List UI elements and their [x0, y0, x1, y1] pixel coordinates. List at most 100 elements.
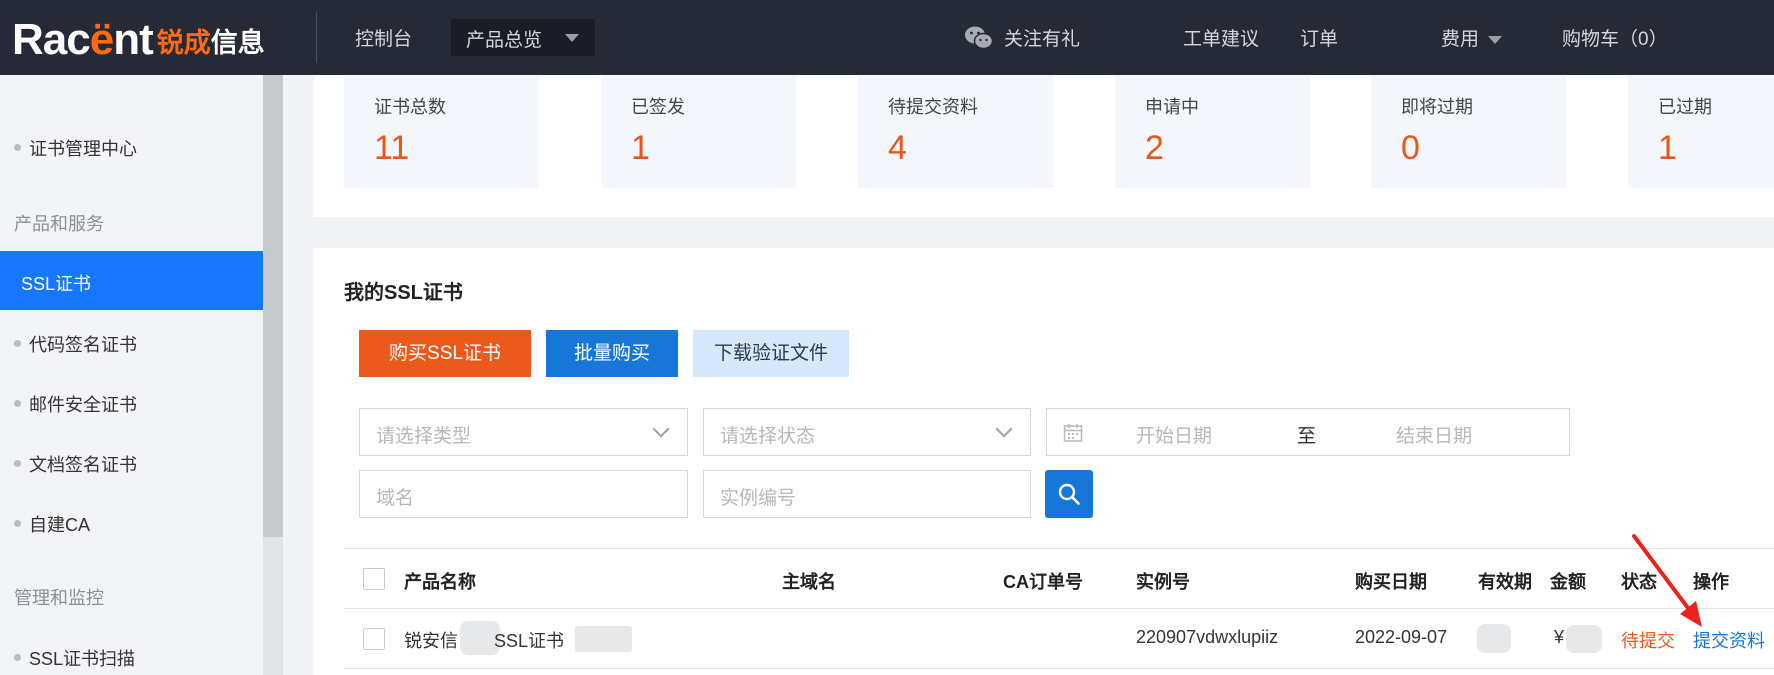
- date-range-separator: 至: [1297, 426, 1317, 447]
- fees-menu[interactable]: 费用: [1441, 24, 1503, 51]
- follow-gift-link[interactable]: 关注有礼: [1004, 24, 1080, 51]
- bullet-dot: [14, 654, 21, 661]
- column-header-domain: 主域名: [782, 572, 836, 592]
- stat-value: 1: [631, 129, 650, 167]
- column-header-validity: 有效期: [1478, 572, 1532, 592]
- amount-currency: ¥: [1554, 627, 1565, 647]
- sidebar-item-label: 邮件安全证书: [29, 395, 137, 415]
- status-select[interactable]: 请选择状态: [703, 408, 1031, 456]
- bullet-dot: [14, 400, 21, 407]
- fees-label: 费用: [1441, 29, 1480, 50]
- stat-value: 0: [1401, 129, 1420, 167]
- stat-label: 已过期: [1658, 97, 1712, 117]
- orders-link[interactable]: 订单: [1300, 24, 1338, 51]
- bullet-dot: [14, 144, 21, 151]
- domain-input[interactable]: 域名: [359, 470, 688, 518]
- product-name-b: SSL证书: [494, 631, 565, 651]
- redacted-blur: [1566, 625, 1602, 653]
- console-link[interactable]: 控制台: [355, 24, 412, 51]
- sidebar-item-label: 文档签名证书: [29, 455, 137, 475]
- sidebar-item-label: 自建CA: [29, 515, 91, 535]
- sidebar-item-ssl[interactable]: SSL证书: [0, 251, 263, 310]
- bulk-buy-button[interactable]: 批量购买: [546, 330, 678, 377]
- stat-label: 申请中: [1145, 97, 1199, 117]
- start-date-input[interactable]: 开始日期: [1136, 421, 1212, 448]
- sidebar-item-cert-center[interactable]: 证书管理中心: [0, 135, 263, 161]
- instance-id-input[interactable]: 实例编号: [703, 470, 1031, 518]
- redacted-blur: [1477, 624, 1511, 653]
- stat-value: 4: [888, 129, 907, 167]
- stat-value: 1: [1658, 129, 1677, 167]
- table-header-border: [344, 608, 1774, 609]
- sidebar-item-label: SSL证书扫描: [29, 649, 136, 669]
- sidebar-group-manage: 管理和监控: [14, 588, 104, 608]
- ticket-suggestion-link[interactable]: 工单建议: [1183, 24, 1259, 51]
- section-title: 我的SSL证书: [344, 282, 463, 304]
- stat-label: 已签发: [631, 97, 685, 117]
- row-checkbox[interactable]: [363, 628, 385, 650]
- wechat-icon: [965, 26, 994, 50]
- table-row-border: [344, 668, 1774, 669]
- column-header-instance: 实例号: [1136, 572, 1190, 592]
- stat-card-expired[interactable]: 已过期 1: [1628, 75, 1774, 188]
- stat-card-expiring-soon[interactable]: 即将过期 0: [1371, 75, 1566, 188]
- stat-card-issued[interactable]: 已签发 1: [601, 75, 796, 188]
- type-select[interactable]: 请选择类型: [359, 408, 688, 456]
- end-date-input[interactable]: 结束日期: [1396, 421, 1472, 448]
- column-header-ca-order: CA订单号: [1003, 572, 1083, 592]
- stat-label: 待提交资料: [888, 97, 978, 117]
- redacted-blur: [575, 626, 632, 652]
- stat-card-pending-docs[interactable]: 待提交资料 4: [858, 75, 1053, 188]
- bullet-dot: [14, 340, 21, 347]
- status-badge: 待提交: [1621, 631, 1675, 651]
- sidebar-item-code-signing[interactable]: 代码签名证书: [0, 331, 263, 357]
- status-select-placeholder: 请选择状态: [720, 426, 816, 447]
- bullet-dot: [14, 520, 21, 527]
- stat-value: 2: [1145, 129, 1164, 167]
- sidebar-item-label: 代码签名证书: [29, 335, 137, 355]
- instance-id-input-placeholder: 实例编号: [720, 488, 797, 509]
- top-navigation-bar: [0, 0, 1774, 75]
- sidebar-item-ssl-scan[interactable]: SSL证书扫描: [0, 645, 263, 671]
- stat-label: 即将过期: [1401, 97, 1473, 117]
- logo-chinese-name: 锐成信息: [156, 28, 265, 59]
- search-button[interactable]: [1045, 470, 1093, 518]
- search-icon: [1058, 483, 1080, 505]
- sidebar-item-document-signing[interactable]: 文档签名证书: [0, 451, 263, 477]
- sidebar-scrollbar-thumb[interactable]: [263, 75, 283, 537]
- stat-label: 证书总数: [374, 97, 446, 117]
- product-name-a: 锐安信: [404, 631, 458, 651]
- stat-value: 11: [374, 129, 410, 167]
- instance-id-value: 220907vdwxlupiiz: [1136, 627, 1279, 647]
- sidebar-item-label: 证书管理中心: [29, 139, 137, 159]
- logo-wordmark: Racënt: [12, 15, 154, 64]
- my-ssl-certificates-panel: [314, 248, 1774, 675]
- stat-card-applying[interactable]: 申请中 2: [1115, 75, 1310, 188]
- type-select-placeholder: 请选择类型: [376, 426, 472, 447]
- sidebar-item-mail-security[interactable]: 邮件安全证书: [0, 391, 263, 417]
- date-range-picker[interactable]: 开始日期 至 结束日期: [1046, 408, 1570, 456]
- stat-card-total[interactable]: 证书总数 11: [344, 75, 539, 188]
- buy-ssl-button[interactable]: 购买SSL证书: [359, 330, 531, 377]
- buy-date-value: 2022-09-07: [1355, 627, 1448, 647]
- select-all-checkbox[interactable]: [363, 568, 385, 590]
- racent-logo[interactable]: Racënt 锐成信息: [12, 18, 265, 62]
- chevron-down-icon: [652, 420, 670, 438]
- column-header-amount: 金额: [1550, 572, 1586, 592]
- cart-link[interactable]: 购物车（0）: [1562, 24, 1668, 51]
- annotation-arrow-icon: [1632, 534, 1702, 627]
- sidebar-item-self-ca[interactable]: 自建CA: [0, 511, 263, 537]
- products-dropdown-label: 产品总览: [466, 30, 543, 51]
- domain-input-placeholder: 域名: [376, 488, 415, 509]
- column-header-buy-date: 购买日期: [1355, 572, 1427, 592]
- download-verify-file-button[interactable]: 下载验证文件: [693, 330, 849, 377]
- products-dropdown[interactable]: 产品总览: [451, 19, 595, 56]
- chevron-down-icon: [995, 420, 1013, 438]
- sidebar-group-products: 产品和服务: [14, 214, 104, 234]
- submit-docs-link[interactable]: 提交资料: [1693, 627, 1765, 653]
- topbar-divider: [316, 12, 317, 63]
- chevron-down-icon: [1488, 35, 1503, 44]
- chevron-down-icon: [565, 34, 579, 42]
- bullet-dot: [14, 460, 21, 467]
- calendar-icon: [1063, 424, 1083, 442]
